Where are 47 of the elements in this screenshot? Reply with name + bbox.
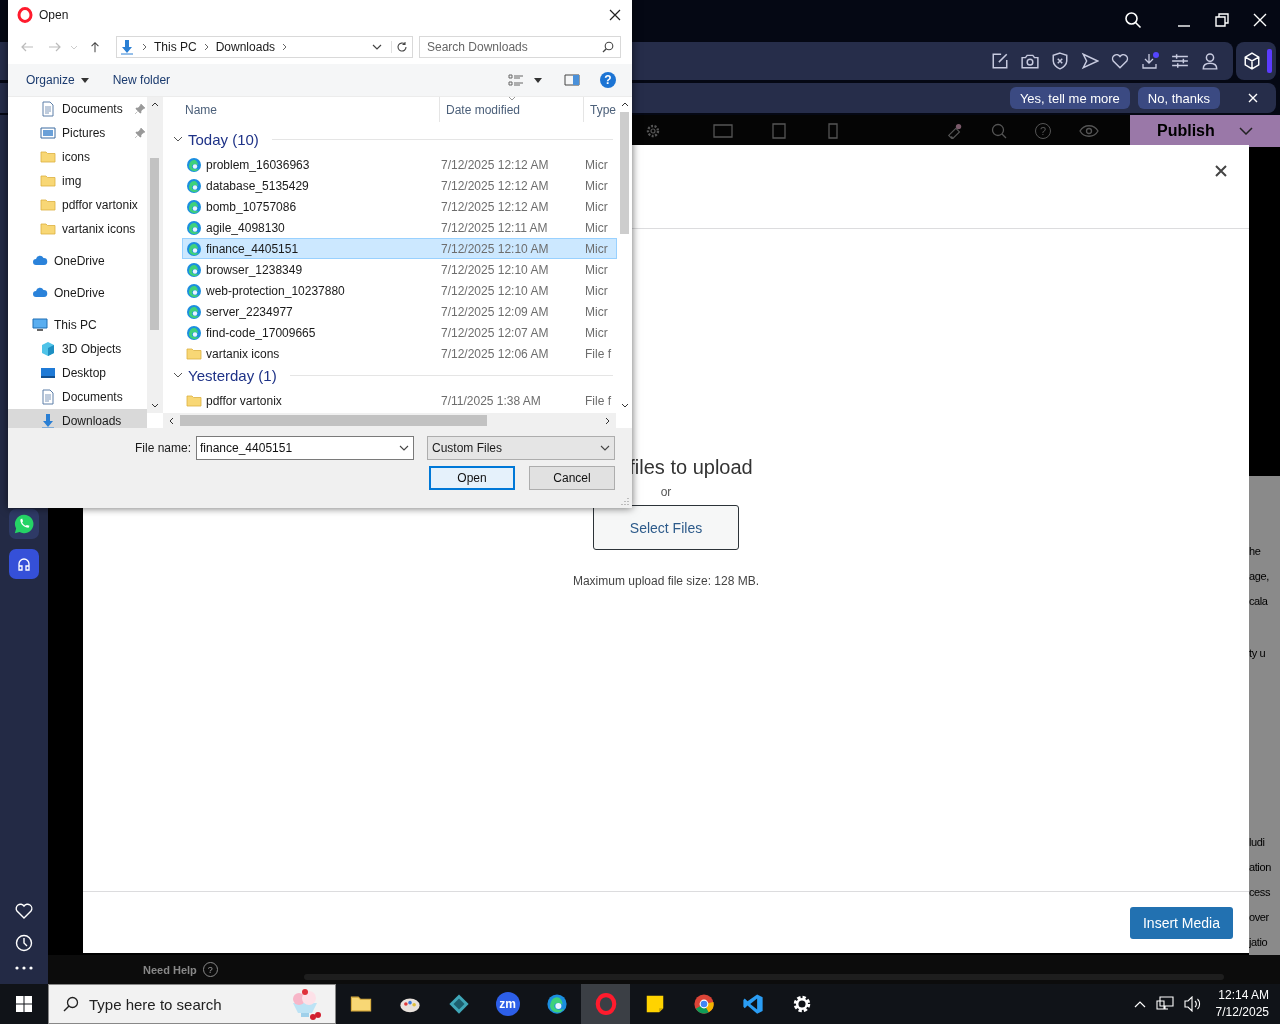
file-type: File f <box>585 393 611 408</box>
file-date: 7/12/2025 12:10 AM <box>441 241 550 256</box>
file-name: vartanix icons <box>206 346 280 361</box>
panel-text: age, <box>1249 569 1270 584</box>
file-date: 7/12/2025 12:10 AM <box>441 283 550 298</box>
panel-text: jatio <box>1249 935 1269 950</box>
file-name: agile_4098130 <box>206 220 285 235</box>
panel-text: ludi <box>1249 835 1266 850</box>
video-call-app-icon: zm <box>495 992 520 1016</box>
upload-size-note: Maximum upload file size: 128 MB. <box>572 574 760 588</box>
file-type: Micr <box>585 262 608 277</box>
file-name: database_5135429 <box>206 178 309 193</box>
file-date: 7/12/2025 12:09 AM <box>441 304 550 319</box>
file-type: Micr <box>585 241 608 256</box>
file-date: 7/12/2025 12:12 AM <box>441 157 550 172</box>
file-date: 7/12/2025 12:07 AM <box>441 325 550 340</box>
file-date: 7/12/2025 12:10 AM <box>441 262 550 277</box>
file-name: browser_1238349 <box>206 262 303 277</box>
file-date: 7/12/2025 12:06 AM <box>441 346 550 361</box>
panel-text: ty u <box>1249 646 1267 661</box>
file-name: finance_4405151 <box>206 241 299 256</box>
file-name: bomb_10757086 <box>206 199 297 214</box>
file-type: Micr <box>585 325 608 340</box>
panel-text: he <box>1249 544 1262 559</box>
file-type: Micr <box>585 304 608 319</box>
file-name: problem_16036963 <box>206 157 310 172</box>
panel-text: ation <box>1249 860 1272 875</box>
file-type: Micr <box>585 220 608 235</box>
file-name: pdffor vartonix <box>206 393 282 408</box>
file-name-label: File name: <box>134 441 191 455</box>
file-type: Micr <box>585 283 608 298</box>
file-type: Micr <box>585 178 608 193</box>
file-date: 7/12/2025 12:12 AM <box>441 178 550 193</box>
file-date: 7/12/2025 12:11 AM <box>441 220 549 235</box>
file-date: 7/12/2025 12:12 AM <box>441 199 550 214</box>
file-name: server_2234977 <box>206 304 293 319</box>
file-type: Micr <box>585 199 608 214</box>
file-type: File f <box>585 346 611 361</box>
file-date: 7/11/2025 1:38 AM <box>441 393 542 408</box>
file-name: find-code_17009665 <box>206 325 316 340</box>
file-type: Micr <box>585 157 608 172</box>
dialog-title: Open <box>39 8 70 22</box>
or-text: or <box>660 485 672 499</box>
panel-text: cess <box>1249 885 1272 900</box>
panel-text: cala <box>1249 594 1269 609</box>
panel-text: over <box>1249 910 1270 925</box>
file-name: web-protection_10237880 <box>206 283 345 298</box>
